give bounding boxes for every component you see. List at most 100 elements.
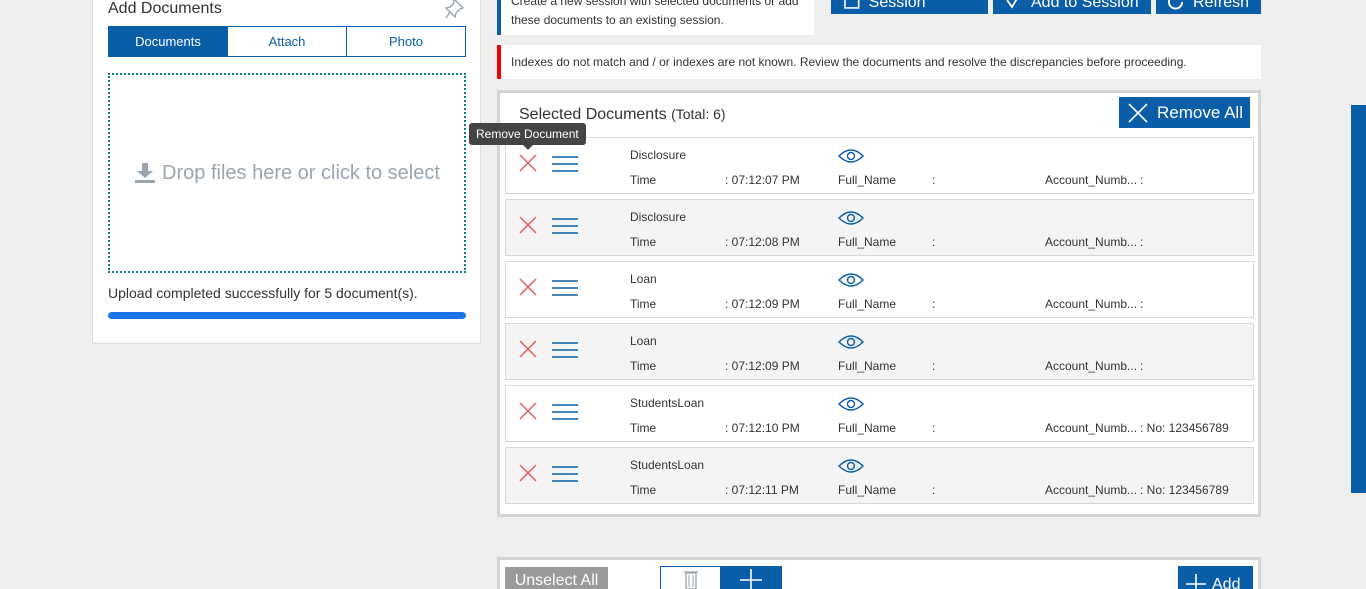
remove-document-tooltip: Remove Document [469, 123, 586, 150]
account-label: Account_Numb... [1045, 297, 1138, 311]
refresh-icon [1168, 0, 1184, 10]
time-label: Time [630, 483, 657, 497]
selected-documents-panel: Selected Documents (Total: 6) Remove All… [497, 90, 1261, 517]
add-documents-tabs: Documents Attach Photo [108, 26, 466, 57]
full-name-label: Full_Name [838, 421, 897, 435]
eye-icon[interactable] [838, 211, 864, 225]
refresh-button[interactable]: Refresh [1156, 0, 1261, 14]
upload-progress-fill [108, 312, 466, 319]
full-name-value: : [932, 483, 936, 497]
time-label: Time [630, 173, 657, 187]
delete-button[interactable] [661, 567, 720, 589]
menu-icon[interactable] [552, 341, 578, 359]
document-row[interactable]: StudentsLoan Time : 07:12:10 PM Full_Name: A… [505, 385, 1254, 442]
warning-text: Indexes do not match and / or indexes ar… [511, 55, 1187, 69]
upload-progress-bar [108, 312, 466, 319]
account-value: : [1140, 235, 1144, 249]
document-row[interactable]: Disclosure Time: 07:12:08 PM Full_Name: Acc… [505, 199, 1254, 256]
document-row[interactable]: Disclosure Time: 07:12:07 PM Full_Name: Acc… [505, 137, 1254, 194]
time-label: Time [630, 297, 657, 311]
close-icon[interactable] [519, 278, 537, 296]
menu-icon[interactable] [552, 403, 578, 421]
document-name: Loan [630, 272, 657, 286]
account-label: Account_Numb... [1045, 359, 1138, 373]
full-name-value: : [932, 173, 936, 187]
document-name: Disclosure [630, 148, 687, 162]
file-dropzone[interactable]: Drop files here or click to select [108, 73, 466, 273]
unselect-all-button[interactable]: Unselect All [505, 567, 608, 589]
add-documents-panel: Add Documents Documents Attach Photo Dro… [92, 0, 481, 344]
account-label: Account_Numb... [1045, 421, 1138, 435]
full-name-label: Full_Name [838, 483, 897, 497]
add-to-session-button[interactable]: Add to Session [993, 0, 1151, 14]
tab-attach[interactable]: Attach [228, 27, 347, 56]
account-value: : [1140, 173, 1144, 187]
time-value: : 07:12:09 PM [725, 297, 800, 311]
dropzone-label: Drop files here or click to select [162, 161, 440, 184]
full-name-label: Full_Name [838, 297, 897, 311]
document-icon [844, 0, 860, 9]
bottom-toolbar: Unselect All Add [497, 557, 1261, 589]
eye-icon[interactable] [838, 273, 864, 287]
menu-icon[interactable] [552, 155, 578, 173]
document-row[interactable]: Loan Time: 07:12:09 PM Full_Name: Account_N… [505, 323, 1254, 380]
download-icon [135, 163, 156, 183]
tab-documents[interactable]: Documents [109, 27, 228, 56]
time-value: : 07:12:11 PM [725, 483, 799, 497]
side-scrollbar[interactable] [1351, 105, 1366, 493]
close-icon [1128, 102, 1148, 123]
time-value: : 07:12:10 PM [725, 421, 800, 435]
time-value: : 07:12:07 PM [725, 173, 800, 187]
remove-all-button[interactable]: Remove All [1119, 97, 1250, 128]
time-label: Time [630, 421, 657, 435]
time-label: Time [630, 235, 657, 249]
account-label: Account_Numb... [1045, 235, 1138, 249]
plus-icon [1186, 574, 1206, 589]
account-label: Account_Numb... [1045, 173, 1138, 187]
full-name-label: Full_Name [838, 359, 897, 373]
info-line-1: Create a new session with selected docum… [511, 0, 799, 8]
selected-title-text: Selected Documents [519, 106, 667, 123]
close-icon[interactable] [519, 340, 537, 358]
menu-icon[interactable] [552, 465, 578, 483]
document-name: Loan [630, 334, 657, 348]
document-name: StudentsLoan [630, 458, 705, 472]
eye-icon[interactable] [838, 335, 864, 349]
close-icon[interactable] [519, 402, 537, 420]
info-line-2: these documents to an existing session. [511, 13, 724, 27]
document-name: Disclosure [630, 210, 687, 224]
panel-title: Add Documents [108, 0, 222, 17]
add-icon-button[interactable] [720, 567, 781, 589]
session-info: Create a new session with selected docum… [497, 0, 814, 35]
account-value: : [1140, 297, 1144, 311]
eye-icon[interactable] [838, 397, 864, 411]
check-icon [1006, 0, 1018, 9]
close-icon[interactable] [519, 154, 537, 172]
create-session-button[interactable]: Create Session [831, 0, 988, 14]
close-icon[interactable] [519, 464, 537, 482]
menu-icon[interactable] [552, 279, 578, 297]
document-row[interactable]: StudentsLoan Time : 07:12:11 PM Full_Name: A… [505, 447, 1254, 504]
full-name-label: Full_Name [838, 173, 897, 187]
document-name: StudentsLoan [630, 396, 705, 410]
eye-icon[interactable] [838, 149, 864, 163]
create-session-label: Create Session [868, 0, 926, 11]
tab-photo[interactable]: Photo [347, 27, 465, 56]
bottom-button-group [660, 566, 782, 589]
pin-icon[interactable] [445, 0, 467, 20]
trash-icon [683, 571, 698, 589]
upload-status: Upload completed successfully for 5 docu… [108, 285, 418, 301]
account-label: Account_Numb... [1045, 483, 1138, 497]
menu-icon[interactable] [552, 217, 578, 235]
add-button[interactable]: Add [1178, 566, 1253, 589]
full-name-value: : [932, 421, 936, 435]
full-name-label: Full_Name [838, 235, 897, 249]
selected-total: (Total: 6) [671, 106, 726, 122]
account-value: : No: 123456789 [1140, 421, 1229, 435]
eye-icon[interactable] [838, 459, 864, 473]
close-icon[interactable] [519, 216, 537, 234]
time-value: : 07:12:09 PM [725, 359, 800, 373]
full-name-value: : [932, 359, 936, 373]
full-name-value: : [932, 235, 936, 249]
document-row[interactable]: Loan Time : 07:12:09 PM Full_Name: Account_N… [505, 261, 1254, 318]
